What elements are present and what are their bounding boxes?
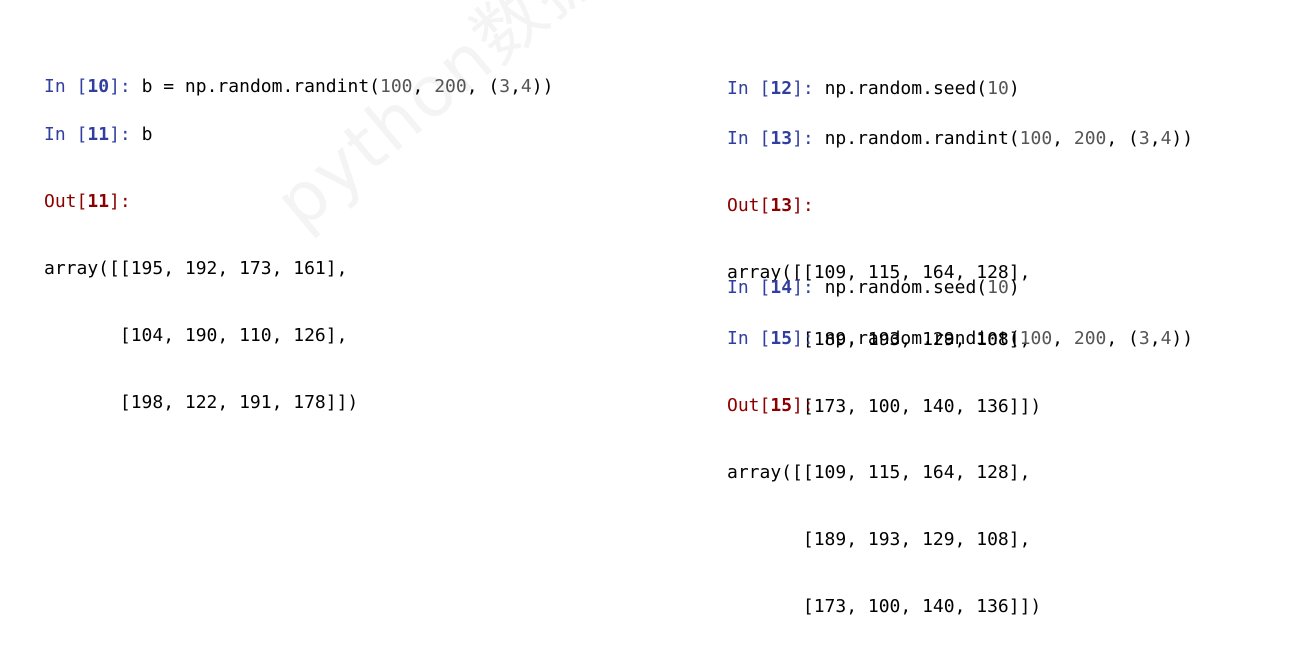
in-prompt: In [15]: xyxy=(727,328,825,349)
out-prompt: Out[15]: xyxy=(727,395,814,416)
in-prompt: In [11]: xyxy=(44,124,142,145)
input-line: In [11]: b xyxy=(44,122,358,147)
code-text: np.random.randint(100, 200, (3,4)) xyxy=(824,328,1194,349)
input-line: In [15]: np.random.randint(100, 200, (3,… xyxy=(727,326,1193,351)
output-line: array([[195, 192, 173, 161], xyxy=(44,258,348,279)
input-line: In [13]: np.random.randint(100, 200, (3,… xyxy=(727,126,1193,151)
code-text: b xyxy=(141,124,153,145)
output-line: [173, 100, 140, 136]]) xyxy=(727,596,1042,617)
output-line: [104, 190, 110, 126], xyxy=(44,325,348,346)
out-prompt: Out[13]: xyxy=(727,195,814,216)
notebook-cell[interactable]: In [15]: np.random.randint(100, 200, (3,… xyxy=(727,284,1193,661)
output-line: [198, 122, 191, 178]]) xyxy=(44,392,359,413)
in-prompt: In [13]: xyxy=(727,128,825,149)
notebook-cell[interactable]: In [11]: b Out[11]: array([[195, 192, 17… xyxy=(44,80,358,457)
output-line: array([[109, 115, 164, 128], xyxy=(727,462,1031,483)
out-prompt: Out[11]: xyxy=(44,191,131,212)
code-text: np.random.randint(100, 200, (3,4)) xyxy=(824,128,1194,149)
output-line: [189, 193, 129, 108], xyxy=(727,529,1031,550)
